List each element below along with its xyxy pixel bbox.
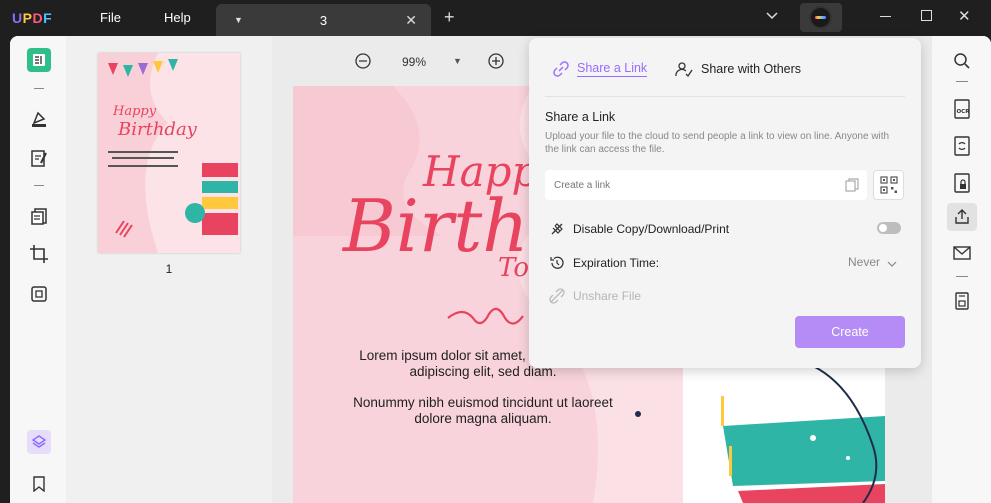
ocr-icon[interactable]: OCR: [951, 98, 973, 120]
tab-share-link-label: Share a Link: [577, 61, 648, 77]
menu-file[interactable]: File: [100, 10, 121, 25]
edit-pdf-icon[interactable]: [27, 146, 51, 170]
window-close-icon[interactable]: ✕: [958, 7, 971, 25]
toolbar-divider: [956, 81, 968, 82]
zoom-level[interactable]: 99%: [402, 55, 426, 69]
expiration-select[interactable]: Never: [848, 255, 880, 269]
right-toolbar: OCR: [932, 36, 991, 503]
expiration-row: Expiration Time:: [549, 255, 659, 271]
reader-mode-icon[interactable]: [27, 48, 51, 72]
expiration-label: Expiration Time:: [573, 256, 660, 270]
maximize-icon[interactable]: [921, 10, 932, 21]
save-icon[interactable]: [951, 290, 973, 312]
svg-text:Birthday: Birthday: [117, 119, 198, 140]
document-tab[interactable]: ▼ 3 ✕: [216, 4, 431, 36]
history-clock-icon: [550, 256, 564, 269]
disable-copy-label: Disable Copy/Download/Print: [573, 222, 730, 236]
link-icon: [553, 61, 569, 77]
qr-code-button[interactable]: [873, 170, 904, 200]
menu-help[interactable]: Help: [164, 10, 191, 25]
svg-text:To: To: [498, 253, 529, 283]
svg-text:OCR: OCR: [957, 109, 971, 115]
unlink-icon: [549, 288, 565, 304]
user-share-icon: [675, 62, 693, 77]
svg-text:Happy: Happy: [112, 104, 157, 119]
disable-copy-toggle[interactable]: [877, 222, 901, 234]
zoom-out-icon[interactable]: [354, 52, 372, 75]
email-icon[interactable]: [951, 242, 973, 264]
comment-icon[interactable]: [27, 106, 51, 130]
share-heading: Share a Link: [545, 110, 616, 124]
toolbar-divider: [34, 185, 44, 186]
minimize-icon[interactable]: [880, 16, 891, 17]
zoom-dropdown-icon[interactable]: ▼: [453, 56, 462, 66]
tab-share-with-others[interactable]: Share with Others: [675, 61, 801, 77]
new-tab-icon[interactable]: +: [444, 7, 455, 28]
disable-copy-row: Disable Copy/Download/Print: [549, 221, 729, 237]
layers-icon[interactable]: [27, 430, 51, 454]
account-button[interactable]: [800, 3, 842, 32]
page-paragraph-2: Nonummy nibh euismod tincidunt ut laoree…: [353, 395, 613, 426]
convert-file-icon[interactable]: [951, 135, 973, 157]
unshare-label: Unshare File: [573, 289, 642, 303]
create-button[interactable]: Create: [795, 316, 905, 348]
qr-code-icon: [879, 176, 898, 194]
tab-close-icon[interactable]: ✕: [405, 12, 417, 29]
tab-share-with-others-label: Share with Others: [701, 62, 802, 76]
protect-icon[interactable]: [951, 172, 973, 194]
bookmark-icon[interactable]: [27, 472, 51, 496]
share-link-field[interactable]: Create a link: [545, 170, 867, 200]
zoom-in-icon[interactable]: [487, 52, 505, 75]
avatar: [809, 6, 832, 29]
panel-divider: [545, 96, 905, 97]
chevron-down-icon[interactable]: [765, 8, 779, 25]
tab-title: 3: [319, 13, 328, 28]
no-copy-icon: [551, 223, 563, 235]
share-description: Upload your file to the cloud to send pe…: [545, 131, 890, 155]
updf-logo: UPDF: [12, 10, 53, 26]
toolbar-divider: [956, 276, 968, 277]
thumbnail-page-number: 1: [165, 262, 173, 276]
page-thumbnail[interactable]: Happy Birthday: [98, 53, 240, 253]
tab-share-link[interactable]: Share a Link: [553, 61, 648, 77]
copy-icon[interactable]: [845, 178, 859, 197]
share-link-placeholder: Create a link: [554, 180, 611, 191]
left-toolbar: [10, 36, 66, 503]
convert-icon[interactable]: [27, 282, 51, 306]
title-bar: UPDF File Help ▼ 3 ✕ + ✕: [0, 0, 991, 36]
search-icon[interactable]: [951, 50, 973, 72]
share-panel: Share a Link Share with Others Share a L…: [529, 38, 921, 368]
unshare-row: Unshare File: [549, 288, 641, 304]
thumbnail-panel: Happy Birthday 1: [66, 36, 272, 503]
crop-icon[interactable]: [27, 242, 51, 266]
share-icon[interactable]: [947, 203, 977, 231]
toolbar-divider: [34, 88, 44, 89]
organize-pages-icon[interactable]: [27, 204, 51, 228]
chevron-down-icon[interactable]: [887, 256, 897, 274]
